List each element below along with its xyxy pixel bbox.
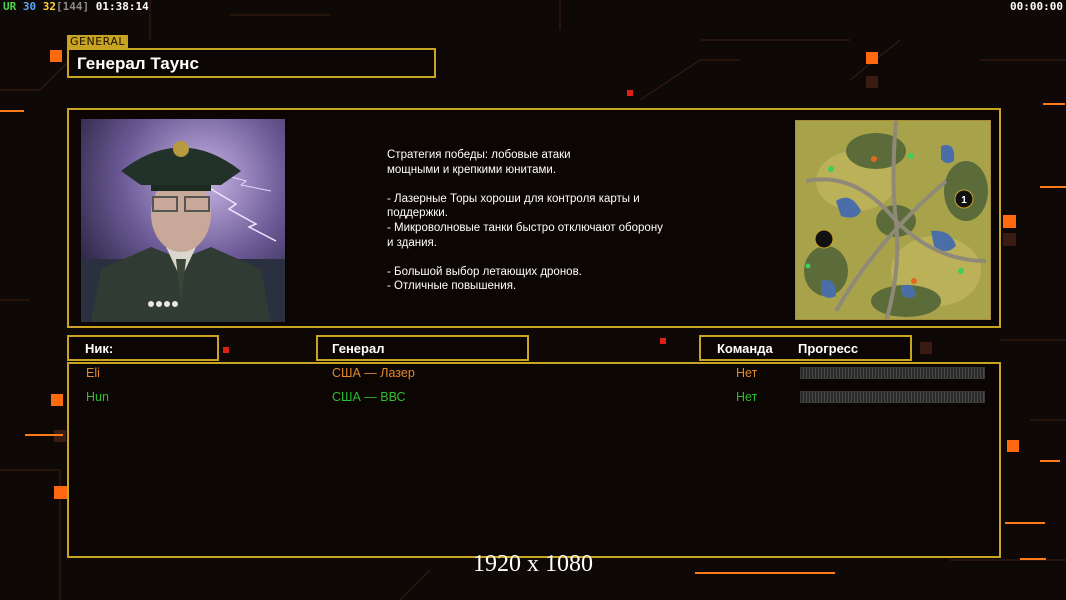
hud-stat-a: 30: [16, 0, 37, 13]
player-progress-bar: [800, 391, 985, 403]
column-header-general-label: Генерал: [332, 341, 385, 356]
player-general: США — ВВС: [332, 390, 406, 404]
general-tag: GENERAL: [67, 35, 129, 48]
column-header-nick-label: Ник:: [85, 341, 114, 356]
player-nick: Eli: [86, 366, 100, 380]
column-header-team-label: Команда: [717, 341, 773, 356]
general-info-panel: Стратегия победы: лобовые атаки мощными …: [67, 108, 1001, 328]
column-header-team: Команда Прогресс: [699, 335, 912, 361]
general-portrait: [81, 119, 285, 322]
map-start-label: 1: [961, 195, 967, 206]
hud-timer: 00:00:00: [1010, 0, 1063, 13]
column-header-progress-label: Прогресс: [798, 341, 859, 356]
player-team: Нет: [736, 366, 758, 380]
hud-stat-b: 32: [36, 0, 56, 13]
hud-stat-ur: UR: [3, 0, 17, 13]
player-team: Нет: [736, 390, 758, 404]
general-name: Генерал Таунс: [77, 54, 199, 73]
player-progress-bar: [800, 367, 985, 379]
column-header-general: Генерал: [316, 335, 529, 361]
general-title-box: Генерал Таунс: [67, 48, 436, 78]
player-general: США — Лазер: [332, 366, 415, 380]
hud-stat-c: [144]: [56, 0, 90, 13]
map-preview[interactable]: 1: [795, 120, 991, 320]
column-header-nick: Ник:: [67, 335, 219, 361]
hud-clock: 01:38:14: [89, 0, 149, 13]
player-nick: Hun: [86, 390, 109, 404]
hud-stats: UR 30 32[144] 01:38:14: [3, 0, 149, 13]
general-description: Стратегия победы: лобовые атаки мощными …: [387, 149, 663, 293]
resolution-label: 1920 x 1080: [473, 551, 593, 577]
